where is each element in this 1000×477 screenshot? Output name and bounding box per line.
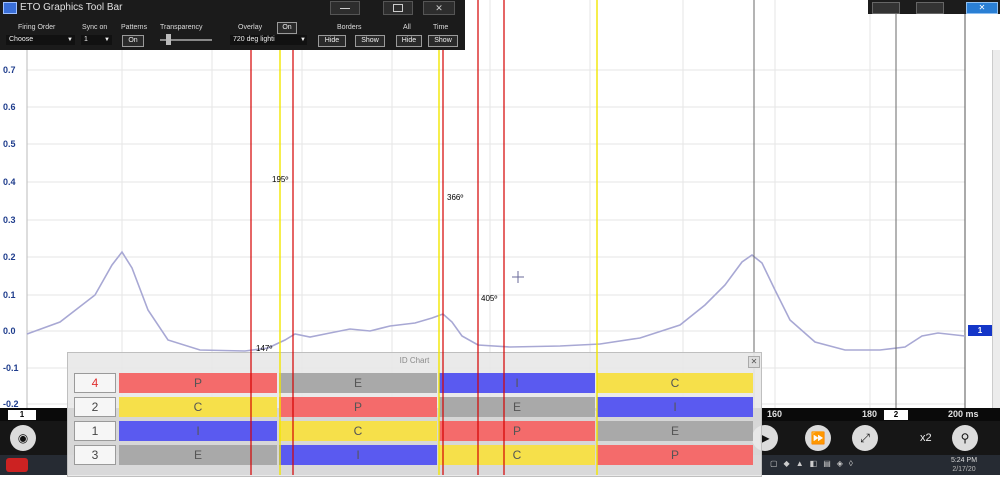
y-tick-label: 0.3: [3, 215, 16, 225]
system-tray-icons[interactable]: ▢◆▲◧▤◈◊: [770, 459, 920, 471]
app-restore-button[interactable]: [916, 2, 944, 14]
stroke-cell: C: [119, 397, 277, 417]
close-icon[interactable]: ✕: [748, 356, 760, 368]
chevron-down-icon: ▼: [104, 37, 110, 43]
borders-show-button[interactable]: Show: [355, 35, 385, 47]
stroke-cell: P: [597, 445, 753, 465]
overlay-label: Overlay: [238, 24, 263, 31]
x-tick-label: 160: [767, 409, 783, 419]
crosshair-cursor-icon: [512, 271, 524, 283]
cylinder-row-number: 2: [74, 397, 116, 417]
chevron-down-icon: ▼: [67, 37, 73, 43]
y-tick-label: 0.0: [3, 326, 16, 336]
x-tick-label: 180: [862, 409, 878, 419]
borders-label: Borders: [337, 24, 362, 31]
taskbar-clock: 5:24 PM: [950, 457, 978, 464]
cylinder-row-number: 3: [74, 445, 116, 465]
main-window-controls: ✕: [868, 0, 1000, 14]
stroke-cell: C: [597, 373, 753, 393]
stroke-cell: I: [279, 445, 437, 465]
chevron-down-icon: ▼: [300, 37, 306, 43]
stroke-cell: P: [119, 373, 277, 393]
app-close-button[interactable]: ✕: [966, 2, 998, 14]
id-chart-title: ID Chart: [399, 356, 430, 365]
x-tick-label: 200 ms: [948, 409, 979, 419]
angle-annotation: 195º: [272, 175, 289, 184]
y-tick-label: 0.6: [3, 102, 16, 112]
stroke-cell: C: [439, 445, 595, 465]
stroke-cell: I: [597, 397, 753, 417]
sync-on-label: Sync on: [82, 24, 108, 31]
fullscreen-icon[interactable]: ⤢: [852, 425, 878, 451]
transparency-label: Transparency: [160, 24, 203, 31]
app-minimize-button[interactable]: [872, 2, 900, 14]
stroke-cell: I: [119, 421, 277, 441]
time-label: Time: [433, 24, 449, 31]
minimize-button[interactable]: [330, 1, 360, 15]
fast-forward-button[interactable]: ⏩: [805, 425, 831, 451]
y-tick-label: 0.5: [3, 139, 16, 149]
y-tick-label: 0.1: [3, 290, 16, 300]
firing-order-label: Firing Order: [18, 24, 56, 31]
stroke-cell: E: [279, 373, 437, 393]
angle-annotation: 405º: [481, 294, 498, 303]
y-tick-label: 0.2: [3, 252, 16, 262]
borders-hide-button[interactable]: Hide: [318, 35, 346, 47]
patterns-label: Patterns: [121, 24, 148, 31]
taskbar-date: 2/17/20: [952, 466, 976, 473]
stroke-cell: E: [439, 397, 595, 417]
stroke-cell: P: [279, 397, 437, 417]
cylinder-row-number: 4: [74, 373, 116, 393]
vertical-scrollbar[interactable]: [992, 50, 1000, 408]
start-button-icon[interactable]: [6, 458, 28, 472]
close-button[interactable]: ✕: [423, 1, 455, 15]
zoom-level: x2: [920, 432, 932, 444]
eto-graphics-toolbar: ETO Graphics Tool Bar ✕ Firing Order Cho…: [0, 0, 465, 50]
stroke-cell: P: [439, 421, 595, 441]
cylinder-row-number: 1: [74, 421, 116, 441]
channel-marker[interactable]: 1: [968, 325, 992, 336]
zoom-magnifier-icon[interactable]: ⚲: [952, 425, 978, 451]
patterns-on-button[interactable]: On: [122, 35, 144, 47]
stroke-cell: I: [439, 373, 595, 393]
stroke-cell: E: [119, 445, 277, 465]
camera-icon[interactable]: ◉: [10, 425, 36, 451]
y-tick-label: 0.7: [3, 65, 16, 75]
id-chart-panel[interactable]: ID Chart ✕ 4 2 1 3 PEICCPEIICPEEICP: [67, 352, 762, 477]
stroke-cell: C: [279, 421, 437, 441]
overlay-on-button[interactable]: On: [277, 22, 297, 34]
restore-button[interactable]: [383, 1, 413, 15]
stroke-cell: E: [597, 421, 753, 441]
cursor-marker-1[interactable]: 1: [8, 410, 36, 420]
app-logo-icon: [3, 2, 17, 14]
y-tick-label: 0.4: [3, 177, 16, 187]
y-tick-label: -0.1: [3, 363, 19, 373]
firing-order-select[interactable]: Choose: [6, 35, 75, 45]
toolbar-title: ETO Graphics Tool Bar: [20, 2, 123, 13]
all-hide-button[interactable]: Hide: [396, 35, 422, 47]
overlay-select[interactable]: 720 deg lighti: [230, 35, 307, 45]
all-label: All: [403, 24, 411, 31]
time-show-button[interactable]: Show: [428, 35, 458, 47]
angle-annotation: 366º: [447, 193, 464, 202]
transparency-slider-handle[interactable]: [166, 34, 171, 45]
cursor-marker-2[interactable]: 2: [884, 410, 908, 420]
